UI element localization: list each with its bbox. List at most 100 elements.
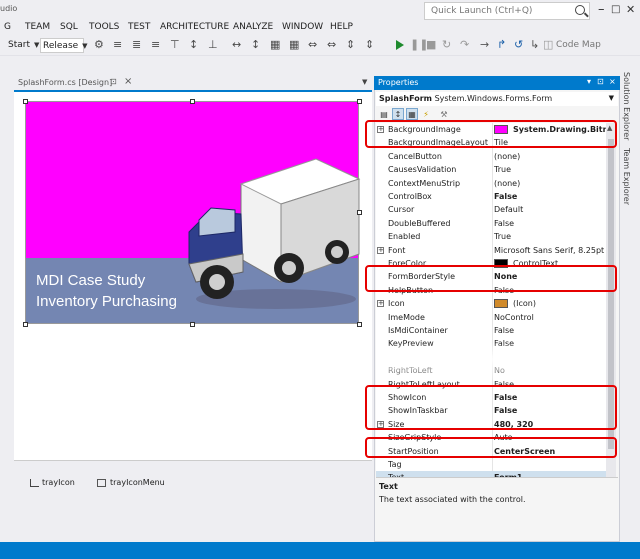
tab-team-explorer[interactable]: Team Explorer <box>622 148 631 205</box>
pin-icon[interactable]: ⊡ <box>110 77 117 86</box>
properties-header: Properties ▾ ⊡ × <box>374 76 620 90</box>
property-row[interactable]: IsMdiContainer False <box>376 324 606 337</box>
menu-item-partial[interactable]: G <box>4 22 11 32</box>
property-row[interactable]: CancelButton (none) <box>376 150 606 163</box>
menu-item-team[interactable]: TEAM <box>25 22 50 32</box>
highlight-box <box>365 385 617 430</box>
v-spacing-icon[interactable]: ⇕ <box>346 39 358 51</box>
step-into-icon[interactable]: ↱ <box>497 39 509 51</box>
step-over-icon[interactable]: ↷ <box>460 39 472 51</box>
code-map-icon[interactable]: ◫ <box>543 39 555 51</box>
menu-item-analyze[interactable]: ANALYZE <box>233 22 273 32</box>
menu-item-sql[interactable]: SQL <box>60 22 78 32</box>
close-icon[interactable]: ✕ <box>626 3 635 17</box>
start-dropdown[interactable]: Start ▼ <box>8 38 39 53</box>
menu-item-test[interactable]: TEST <box>128 22 150 32</box>
property-row[interactable]: DoubleBuffered False <box>376 217 606 230</box>
quick-launch-placeholder: Quick Launch (Ctrl+Q) <box>431 6 533 16</box>
align-middle-icon[interactable]: ↕ <box>189 39 201 51</box>
same-height-icon[interactable]: ↕ <box>251 39 263 51</box>
property-value[interactable]: False <box>494 324 514 337</box>
categorized-icon[interactable]: ▤ <box>378 108 390 120</box>
property-row[interactable]: + Font Microsoft Sans Serif, 8.25pt <box>376 244 606 257</box>
property-value[interactable]: (none) <box>494 177 520 190</box>
minimize-icon[interactable]: – <box>598 3 605 17</box>
configuration-dropdown[interactable]: Release ▼ <box>40 38 88 53</box>
start-debugging-icon[interactable] <box>396 40 404 50</box>
property-row[interactable]: Cursor Default <box>376 203 606 216</box>
expand-icon[interactable]: + <box>377 300 384 308</box>
tray-item-trayiconmenu[interactable]: trayIconMenu <box>110 478 165 487</box>
resize-handle[interactable] <box>190 99 195 104</box>
resize-handle[interactable] <box>23 322 28 327</box>
property-value[interactable]: (Icon) <box>513 297 536 310</box>
same-size-icon[interactable]: ▦ <box>270 39 282 51</box>
dropdown-icon[interactable]: ▾ <box>587 77 591 86</box>
document-list-dropdown-icon[interactable]: ▼ <box>362 78 367 86</box>
maximize-icon[interactable]: □ <box>611 3 620 17</box>
resize-handle[interactable] <box>23 99 28 104</box>
quick-launch-input[interactable]: Quick Launch (Ctrl+Q) <box>424 2 590 20</box>
pause-icon[interactable]: ❚❚ <box>410 39 428 51</box>
tray-item-trayicon[interactable]: trayIcon <box>42 478 75 487</box>
property-row[interactable]: Enabled True <box>376 230 606 243</box>
property-value[interactable]: True <box>494 163 511 176</box>
property-value[interactable]: False <box>494 190 517 203</box>
property-row[interactable]: Tag <box>376 458 606 471</box>
v-spacing-inc-icon[interactable]: ⇕ <box>365 39 377 51</box>
pin-icon[interactable]: ⊡ <box>597 77 604 86</box>
object-selector[interactable]: SplashForm System.Windows.Forms.Form ▼ <box>376 92 618 106</box>
property-name: ImeMode <box>388 312 425 322</box>
menu-item-help[interactable]: HELP <box>330 22 353 32</box>
properties-view-icon[interactable]: ▦ <box>406 108 418 120</box>
menu-item-window[interactable]: WINDOW <box>282 22 323 32</box>
property-pages-wrench-icon[interactable]: ⚒ <box>438 108 450 120</box>
align-top-icon[interactable]: ⊤ <box>170 39 182 51</box>
property-row[interactable]: + Icon (Icon) <box>376 297 606 310</box>
align-left-icon[interactable]: ≡ <box>113 39 125 51</box>
property-value[interactable]: True <box>494 230 511 243</box>
resize-handle[interactable] <box>357 322 362 327</box>
menu-item-tools[interactable]: TOOLS <box>89 22 119 32</box>
tab-solution-explorer[interactable]: Solution Explorer <box>622 72 631 140</box>
align-right-icon[interactable]: ≡ <box>151 39 163 51</box>
object-type: System.Windows.Forms.Form <box>434 94 553 103</box>
property-row[interactable]: ContextMenuStrip (none) <box>376 177 606 190</box>
context-menu-icon <box>97 479 106 487</box>
align-bottom-icon[interactable]: ⊥ <box>208 39 220 51</box>
property-value[interactable]: False <box>494 217 514 230</box>
resize-handle[interactable] <box>190 322 195 327</box>
step-out-icon[interactable]: ↺ <box>514 39 526 51</box>
restart-icon[interactable]: ↻ <box>442 39 454 51</box>
alphabetical-icon[interactable]: ↕ <box>392 108 404 120</box>
grid-align-icon[interactable]: ▦ <box>289 39 301 51</box>
h-spacing-inc-icon[interactable]: ⇔ <box>327 39 339 51</box>
resize-handle[interactable] <box>357 210 362 215</box>
close-icon[interactable]: × <box>609 77 616 86</box>
events-lightning-icon[interactable]: ⚡ <box>420 108 432 120</box>
property-value[interactable]: (none) <box>494 150 520 163</box>
stop-icon[interactable]: ■ <box>426 39 438 51</box>
tab-splashform-design[interactable]: SplashForm.cs [Design] ⊡ × <box>14 76 134 90</box>
property-value[interactable]: Microsoft Sans Serif, 8.25pt <box>494 244 604 257</box>
same-width-icon[interactable]: ↔ <box>232 39 244 51</box>
align-center-icon[interactable]: ≣ <box>132 39 144 51</box>
build-icon[interactable]: ⚙ <box>94 39 106 51</box>
menu-item-architecture[interactable]: ARCHITECTURE <box>160 22 229 32</box>
expand-icon[interactable]: + <box>377 246 384 254</box>
navigate-back-icon[interactable]: → <box>480 39 492 51</box>
property-value[interactable]: Default <box>494 203 523 216</box>
property-name: ContextMenuStrip <box>388 178 461 188</box>
property-row[interactable]: CausesValidation True <box>376 163 606 176</box>
highlight-box <box>365 265 617 292</box>
property-value[interactable]: NoControl <box>494 311 534 324</box>
resize-handle[interactable] <box>357 99 362 104</box>
h-spacing-icon[interactable]: ⇔ <box>308 39 320 51</box>
splash-form-preview[interactable]: MDI Case Study Inventory Purchasing <box>25 101 361 324</box>
status-bar <box>0 542 640 559</box>
code-map-button[interactable]: Code Map <box>556 40 601 50</box>
property-row[interactable]: ImeMode NoControl <box>376 311 606 324</box>
breakpoint-icon[interactable]: ↳ <box>530 39 542 51</box>
close-tab-icon[interactable]: × <box>124 76 132 87</box>
property-row[interactable]: ControlBox False <box>376 190 606 203</box>
